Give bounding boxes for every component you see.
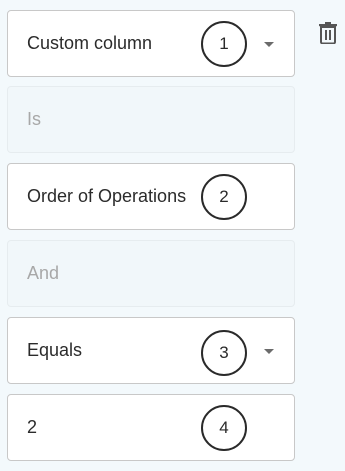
value-input-text: 2 — [27, 417, 38, 437]
annotation-badge-number: 4 — [219, 418, 229, 437]
chevron-down-icon — [264, 41, 274, 47]
annotation-badge: 4 — [201, 405, 247, 451]
and-label: And — [27, 263, 60, 283]
operator-select[interactable]: Equals — [7, 317, 295, 384]
column-select-label: Custom column — [27, 33, 153, 53]
column-select[interactable]: Custom column — [7, 10, 295, 77]
custom-column-value-input[interactable]: Order of Operations — [7, 163, 295, 230]
annotation-badge-number: 1 — [219, 34, 229, 53]
annotation-badge: 1 — [201, 21, 247, 67]
custom-column-value: Order of Operations — [27, 186, 187, 206]
trash-icon[interactable] — [318, 22, 338, 44]
annotation-badge: 3 — [201, 330, 247, 376]
annotation-badge-number: 3 — [219, 343, 229, 362]
operator-select-label: Equals — [27, 340, 83, 360]
is-label: Is — [27, 109, 42, 129]
and-label-field: And — [7, 240, 295, 307]
annotation-badge: 2 — [201, 174, 247, 220]
annotation-badge-number: 2 — [219, 187, 229, 206]
chevron-down-icon — [264, 348, 274, 354]
value-input[interactable]: 2 — [7, 394, 295, 461]
is-label-field: Is — [7, 86, 295, 153]
